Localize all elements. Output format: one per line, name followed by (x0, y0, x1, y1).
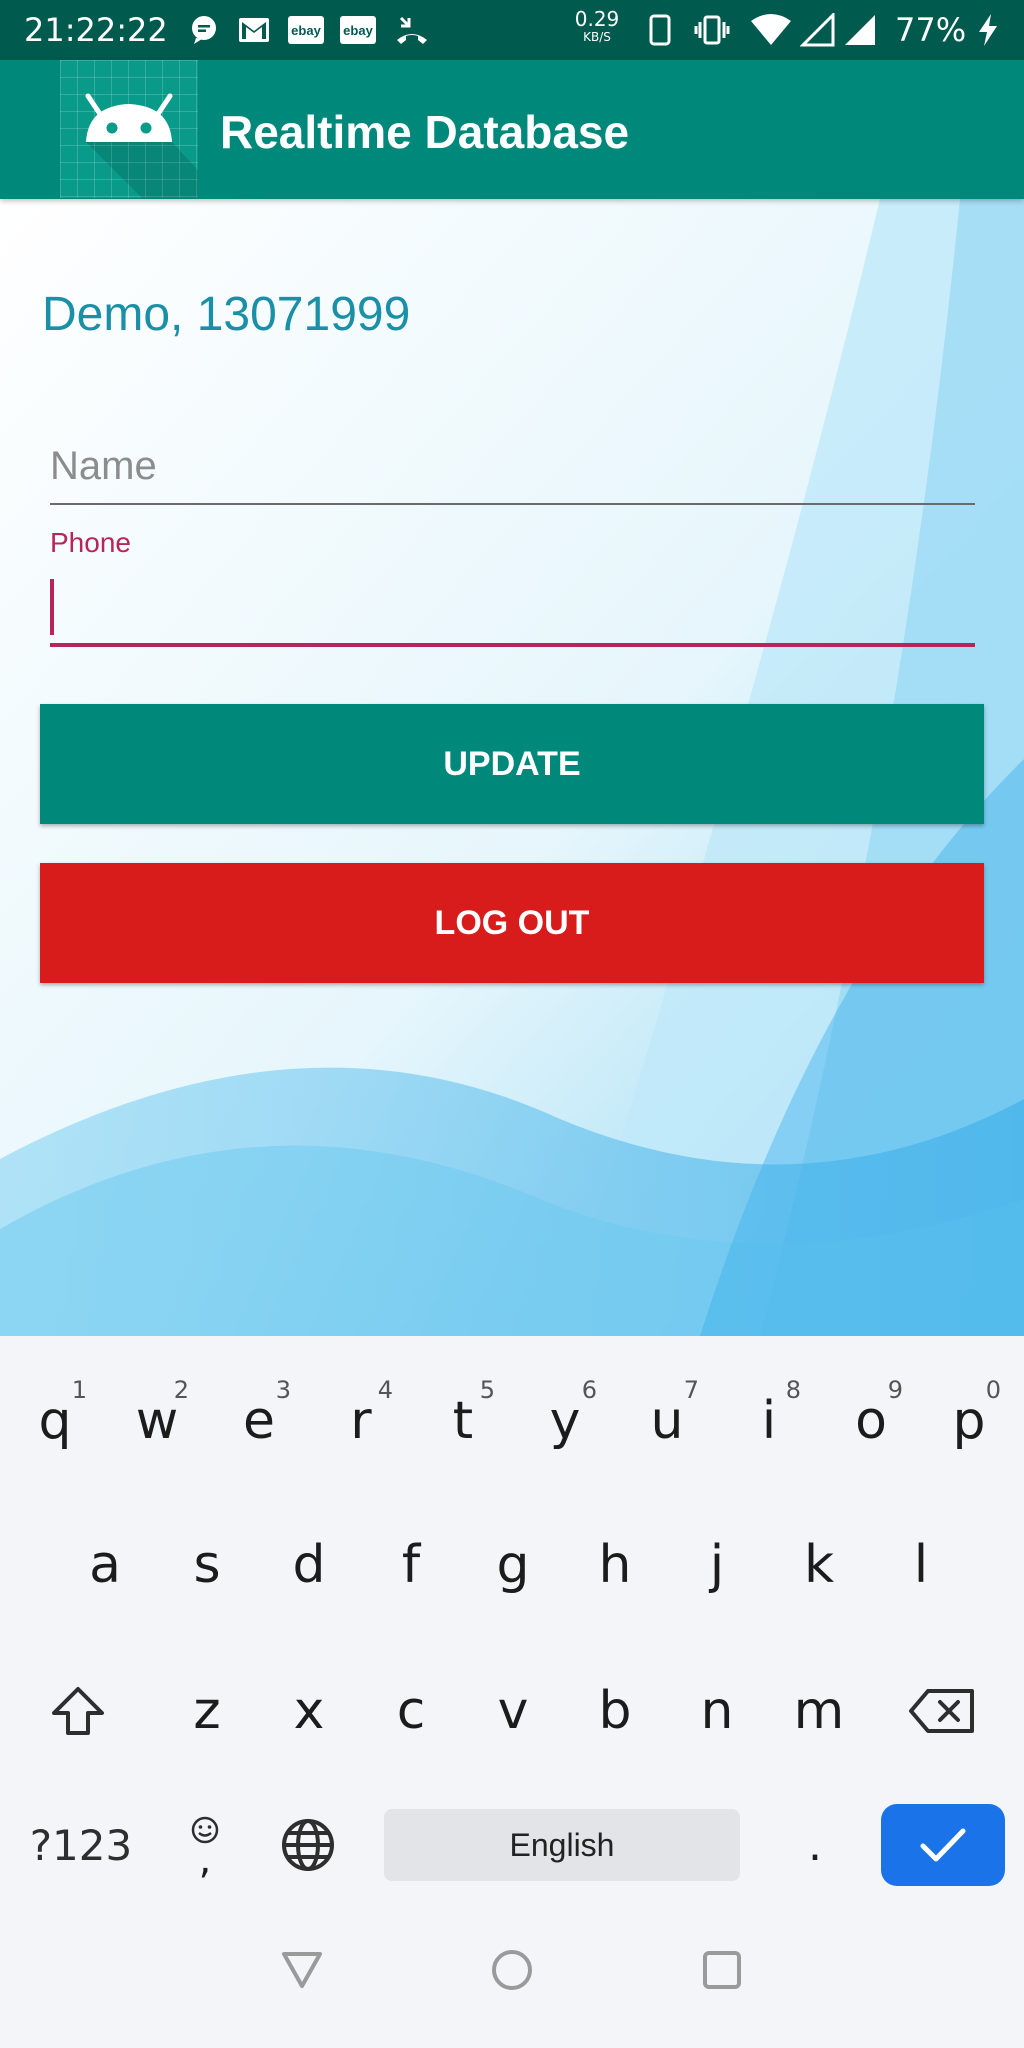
recents-button[interactable] (692, 1940, 752, 2000)
status-time: 21:22:22 (24, 11, 168, 49)
keyboard-row-1: q1 w2 e3 r4 t5 y6 u7 i8 o9 p0 (0, 1356, 1024, 1486)
key-f[interactable]: f (361, 1500, 461, 1630)
key-h[interactable]: h (565, 1500, 665, 1630)
enter-key[interactable] (881, 1804, 1005, 1886)
key-hint: 3 (275, 1376, 291, 1404)
app-bar: Realtime Database (0, 60, 1024, 199)
shift-icon (52, 1687, 104, 1735)
key-n[interactable]: n (667, 1646, 767, 1776)
space-key[interactable]: English (384, 1809, 740, 1881)
comma-label: , (198, 1837, 212, 1883)
key-x[interactable]: x (259, 1646, 359, 1776)
key-o[interactable]: o9 (821, 1356, 921, 1486)
check-icon (920, 1828, 966, 1862)
language-key[interactable] (258, 1780, 358, 1910)
text-cursor (50, 579, 54, 635)
key-hint: 2 (173, 1376, 189, 1404)
user-greeting: Demo, 13071999 (42, 288, 411, 341)
ebay-icon: ebay (340, 16, 376, 44)
key-d[interactable]: d (259, 1500, 359, 1630)
key-y[interactable]: y6 (515, 1356, 615, 1486)
key-p[interactable]: p0 (919, 1356, 1019, 1486)
shift-key[interactable] (28, 1646, 128, 1776)
ebay-icon: ebay (288, 16, 324, 44)
back-triangle-icon (282, 1952, 322, 1988)
key-label: t (452, 1391, 474, 1451)
key-m[interactable]: m (769, 1646, 869, 1776)
update-button[interactable]: UPDATE (40, 704, 984, 824)
key-z[interactable]: z (157, 1646, 257, 1776)
net-speed-unit: KB/S (583, 30, 611, 44)
key-s[interactable]: s (157, 1500, 257, 1630)
chat-icon (186, 12, 222, 48)
key-hint: 1 (71, 1376, 87, 1404)
signal-icon (800, 12, 836, 48)
period-key[interactable]: . (765, 1780, 865, 1910)
key-r[interactable]: r4 (311, 1356, 411, 1486)
phone-icon (648, 12, 672, 48)
soft-keyboard: q1 w2 e3 r4 t5 y6 u7 i8 o9 p0 a s d f g … (0, 1336, 1024, 1900)
app-title: Realtime Database (220, 106, 630, 158)
key-hint: 9 (887, 1376, 903, 1404)
keyboard-row-2: a s d f g h j k l (0, 1500, 1024, 1630)
net-speed-value: 0.29 (574, 7, 620, 31)
key-hint: 0 (985, 1376, 1001, 1404)
charging-icon (974, 12, 1002, 48)
key-hint: 5 (479, 1376, 495, 1404)
vibrate-icon (694, 12, 730, 48)
backspace-icon (909, 1689, 974, 1733)
key-v[interactable]: v (463, 1646, 563, 1776)
keyboard-row-3: z x c v b n m (0, 1646, 1024, 1776)
key-b[interactable]: b (565, 1646, 665, 1776)
home-circle-icon (492, 1950, 532, 1990)
phone-label: Phone (50, 527, 131, 558)
name-placeholder: Name (50, 444, 157, 488)
key-i[interactable]: i8 (719, 1356, 819, 1486)
wifi-icon (748, 12, 794, 48)
key-w[interactable]: w2 (107, 1356, 207, 1486)
key-label: e (243, 1391, 275, 1451)
key-q[interactable]: q1 (5, 1356, 105, 1486)
key-label: q (38, 1391, 72, 1451)
key-hint: 6 (581, 1376, 597, 1404)
key-k[interactable]: k (769, 1500, 869, 1630)
key-hint: 7 (683, 1376, 699, 1404)
key-c[interactable]: c (361, 1646, 461, 1776)
key-u[interactable]: u7 (617, 1356, 717, 1486)
symbols-key[interactable]: ?123 (16, 1780, 146, 1910)
key-g[interactable]: g (463, 1500, 563, 1630)
phone-field[interactable] (50, 575, 975, 647)
back-button[interactable] (272, 1940, 332, 2000)
emoji-comma-key[interactable]: , (155, 1780, 255, 1910)
key-a[interactable]: a (55, 1500, 155, 1630)
key-label: u (650, 1391, 684, 1451)
key-label: p (952, 1391, 986, 1451)
main-content: Demo, 13071999 Name Phone UPDATE LOG OUT (0, 199, 1024, 1336)
key-label: o (855, 1391, 887, 1451)
android-icon (60, 60, 198, 198)
key-label: w (135, 1391, 179, 1451)
key-label: i (761, 1391, 777, 1451)
key-label: r (350, 1391, 372, 1451)
logout-button[interactable]: LOG OUT (40, 863, 984, 983)
key-hint: 8 (785, 1376, 801, 1404)
status-bar: 21:22:22 ebay ebay 0.29 KB/S 77% (0, 0, 1024, 60)
key-hint: 4 (377, 1376, 393, 1404)
signal-icon (842, 12, 878, 48)
home-button[interactable] (482, 1940, 542, 2000)
globe-icon (282, 1819, 334, 1871)
gmail-icon (236, 12, 272, 48)
key-l[interactable]: l (871, 1500, 971, 1630)
key-t[interactable]: t5 (413, 1356, 513, 1486)
name-field[interactable]: Name (50, 441, 975, 505)
backspace-key[interactable] (892, 1646, 992, 1776)
missed-call-icon (394, 12, 430, 48)
key-label: y (549, 1391, 581, 1451)
key-j[interactable]: j (667, 1500, 767, 1630)
recents-square-icon (703, 1951, 741, 1989)
system-navigation-bar (0, 1900, 1024, 2048)
key-e[interactable]: e3 (209, 1356, 309, 1486)
network-speed: 0.29 KB/S (574, 8, 620, 44)
battery-level: 77% (895, 11, 967, 49)
